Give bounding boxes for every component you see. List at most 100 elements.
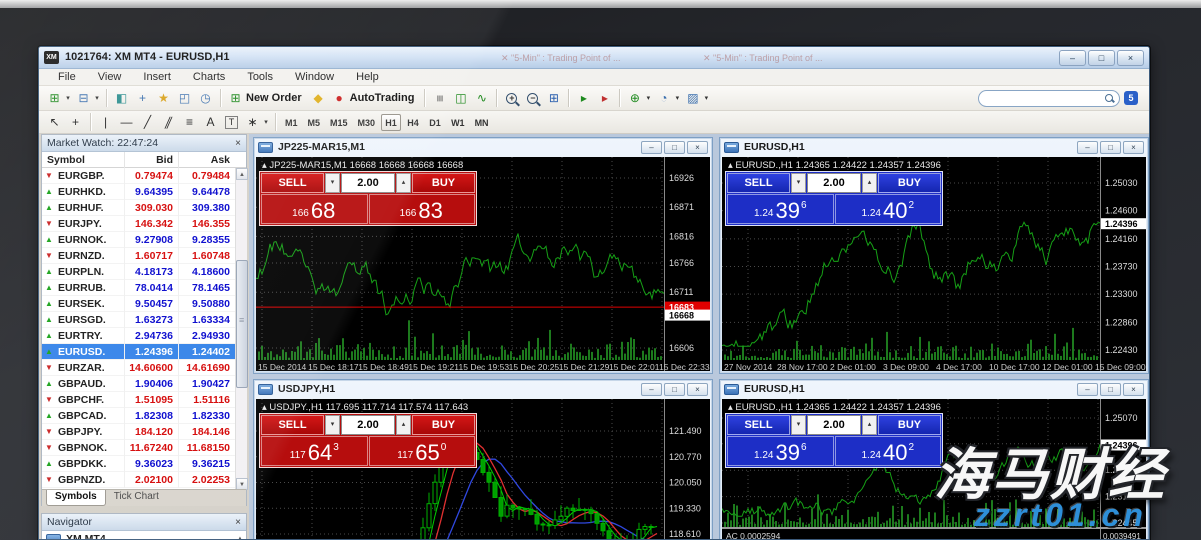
horizontal-line-button[interactable]: — (116, 112, 137, 133)
timeframe-m15[interactable]: M15 (326, 114, 352, 131)
chart-minimize-button[interactable]: – (641, 383, 662, 396)
chart-bars-button[interactable]: ≡ (429, 88, 450, 109)
timeframe-mn[interactable]: MN (471, 114, 493, 131)
close-icon[interactable]: × (235, 138, 241, 149)
minimize-button[interactable]: – (1059, 50, 1086, 66)
sell-price[interactable]: 117643 (261, 436, 368, 466)
market-watch-row-eursek[interactable]: ▲EURSEK.9.504579.50880 (42, 296, 235, 312)
chart-shift-button[interactable]: ▸ (594, 88, 615, 109)
zoom-out-button[interactable]: − (522, 88, 543, 109)
chart-title-bar[interactable]: EURUSD,H1–□× (720, 380, 1148, 398)
menu-item-tools[interactable]: Tools (236, 71, 284, 83)
volume-decrease-button[interactable]: ▾ (791, 173, 806, 193)
text-button[interactable]: A (200, 112, 221, 133)
cursor-button[interactable]: ↖ (44, 112, 65, 133)
scroll-up-icon[interactable]: ▲ (236, 168, 248, 180)
volume-input[interactable]: 2.00 (807, 415, 861, 435)
buy-button[interactable]: BUY (878, 173, 941, 193)
sell-price[interactable]: 16668 (261, 194, 368, 224)
market-watch-button[interactable]: ◧ (111, 88, 132, 109)
autotrading-button[interactable]: ●AutoTrading (329, 88, 421, 109)
buy-price[interactable]: 117650 (369, 436, 476, 466)
timeframe-h4[interactable]: H4 (403, 114, 423, 131)
channel-button[interactable]: ∥ (158, 112, 179, 133)
market-watch-row-gbpnok[interactable]: ▼GBPNOK.11.6724011.68150 (42, 440, 235, 456)
chart-close-button[interactable]: × (687, 383, 708, 396)
close-icon[interactable]: × (235, 517, 241, 528)
volume-increase-button[interactable]: ▴ (862, 415, 877, 435)
chart-restore-button[interactable]: □ (664, 141, 685, 154)
volume-increase-button[interactable]: ▴ (862, 173, 877, 193)
tab-tick-chart[interactable]: Tick Chart (106, 490, 167, 506)
market-watch-header[interactable]: Market Watch: 22:47:24 × (42, 135, 246, 152)
timeframe-m1[interactable]: M1 (281, 114, 302, 131)
chart-minimize-button[interactable]: – (1077, 383, 1098, 396)
market-watch-row-gbpdkk[interactable]: ▲GBPDKK.9.360239.36215 (42, 456, 235, 472)
volume-increase-button[interactable]: ▴ (396, 173, 411, 193)
menu-item-help[interactable]: Help (345, 71, 390, 83)
buy-button[interactable]: BUY (878, 415, 941, 435)
market-watch-row-eurzar[interactable]: ▼EURZAR.14.6060014.61690 (42, 360, 235, 376)
buy-price[interactable]: 16683 (369, 194, 476, 224)
menu-item-window[interactable]: Window (284, 71, 345, 83)
volume-decrease-button[interactable]: ▾ (791, 415, 806, 435)
templates-button[interactable]: ▨▾ (682, 88, 711, 109)
market-watch-row-eurhuf[interactable]: ▲EURHUF.309.030309.380 (42, 200, 235, 216)
market-watch-row-eurjpy[interactable]: ▼EURJPY.146.342146.355 (42, 216, 235, 232)
chart-close-button[interactable]: × (687, 141, 708, 154)
text-label-button[interactable]: T (221, 112, 242, 133)
data-window-button[interactable]: + (132, 88, 153, 109)
navigator-header[interactable]: Navigator × (42, 514, 246, 531)
new-chart-button[interactable]: ⊞▾ (44, 88, 73, 109)
navigator-button[interactable]: ★ (153, 88, 174, 109)
chart-candles-button[interactable]: ◫ (450, 88, 471, 109)
search-input[interactable] (985, 92, 1100, 105)
chart-title-bar[interactable]: USDJPY,H1–□× (254, 380, 712, 398)
timeframe-m5[interactable]: M5 (304, 114, 325, 131)
sell-price[interactable]: 1.24396 (727, 436, 834, 466)
chart-restore-button[interactable]: □ (664, 383, 685, 396)
tab-symbols[interactable]: Symbols (46, 490, 106, 506)
notification-badge[interactable]: 5 (1124, 91, 1138, 105)
chart-body[interactable]: 1692616871168161676616711166061668316668… (256, 157, 710, 371)
chart-minimize-button[interactable]: – (641, 141, 662, 154)
timeframe-h1[interactable]: H1 (381, 114, 401, 131)
market-watch-row-eurhkd[interactable]: ▲EURHKD.9.643959.64478 (42, 184, 235, 200)
sell-button[interactable]: SELL (727, 173, 790, 193)
market-watch-row-eurgbp[interactable]: ▼EURGBP.0.794740.79484 (42, 168, 235, 184)
market-watch-scrollbar[interactable]: ▲ ▼ (235, 168, 247, 490)
close-button[interactable]: × (1117, 50, 1144, 66)
scroll-up-icon[interactable]: ▲ (237, 536, 243, 540)
indicators-button[interactable]: ⊕▾ (624, 88, 653, 109)
strategy-tester-button[interactable]: ◷ (195, 88, 216, 109)
menu-item-charts[interactable]: Charts (182, 71, 236, 83)
scrollbar-thumb[interactable] (236, 260, 248, 388)
zoom-in-button[interactable]: + (501, 88, 522, 109)
sell-button[interactable]: SELL (261, 173, 324, 193)
buy-price[interactable]: 1.24402 (835, 436, 942, 466)
navigator-account-item[interactable]: XM MT4 ▲ (42, 531, 246, 540)
menu-item-view[interactable]: View (87, 71, 133, 83)
market-watch-row-gbpaud[interactable]: ▲GBPAUD.1.904061.90427 (42, 376, 235, 392)
terminal-button[interactable]: ◰ (174, 88, 195, 109)
volume-decrease-button[interactable]: ▾ (325, 415, 340, 435)
volume-input[interactable]: 2.00 (807, 173, 861, 193)
market-watch-row-eurnzd[interactable]: ▼EURNZD.1.607171.60748 (42, 248, 235, 264)
volume-increase-button[interactable]: ▴ (396, 415, 411, 435)
buy-button[interactable]: BUY (412, 173, 475, 193)
chart-body[interactable]: 121.490120.770120.050119.330118.610▴ USD… (256, 399, 710, 539)
chart-title-bar[interactable]: EURUSD,H1–□× (720, 138, 1148, 156)
buy-price[interactable]: 1.24402 (835, 194, 942, 224)
buy-button[interactable]: BUY (412, 415, 475, 435)
volume-decrease-button[interactable]: ▾ (325, 173, 340, 193)
arrows-button[interactable]: ∗▾ (242, 112, 271, 133)
market-watch-row-eurnok[interactable]: ▲EURNOK.9.279089.28355 (42, 232, 235, 248)
profiles-button[interactable]: ⊟▾ (73, 88, 102, 109)
vertical-line-button[interactable]: | (95, 112, 116, 133)
chart-minimize-button[interactable]: – (1077, 141, 1098, 154)
sell-price[interactable]: 1.24396 (727, 194, 834, 224)
market-watch-row-eursgd[interactable]: ▲EURSGD.1.632731.63334 (42, 312, 235, 328)
market-watch-row-eurpln[interactable]: ▲EURPLN.4.181734.18600 (42, 264, 235, 280)
market-watch-column-header[interactable]: Symbol Bid Ask (42, 152, 246, 168)
chart-restore-button[interactable]: □ (1100, 141, 1121, 154)
